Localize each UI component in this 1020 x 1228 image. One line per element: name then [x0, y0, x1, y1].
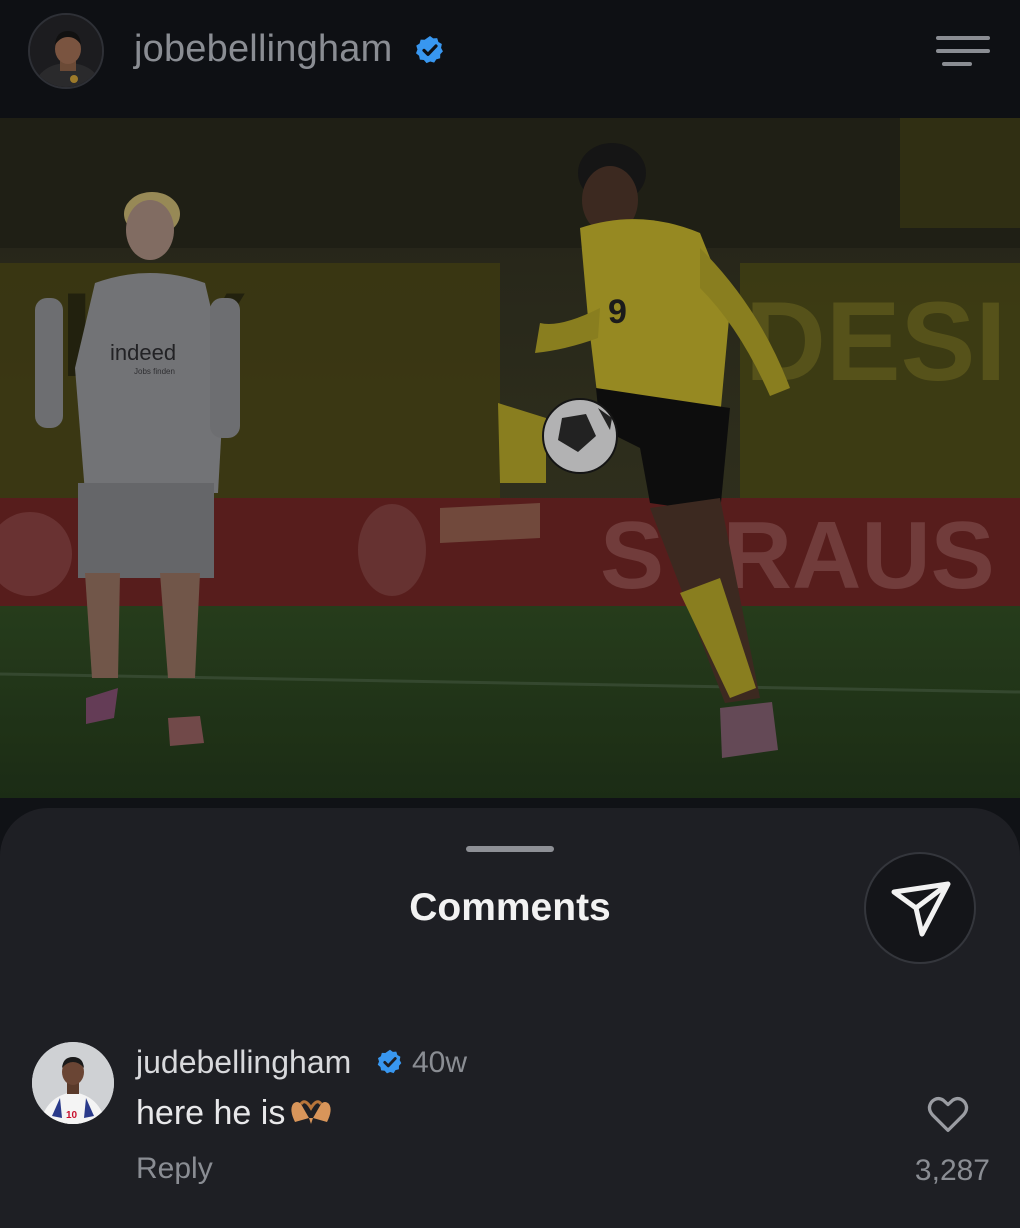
post-photo[interactable]: ITY DESI STRAUS indeed Jobs finden: [0, 118, 1020, 798]
verified-badge-icon: [376, 1048, 404, 1081]
heart-hands-emoji-icon: [287, 1096, 335, 1137]
svg-text:10: 10: [66, 1110, 78, 1121]
heart-icon: [927, 1096, 969, 1132]
comments-sheet: Comments 10 judebellingham 40w here he i…: [0, 808, 1020, 1228]
football-photo: ITY DESI STRAUS indeed Jobs finden: [0, 118, 1020, 798]
like-count: 3,287: [914, 1154, 990, 1187]
comment-text: here he is: [136, 1094, 286, 1132]
post-header: jobebellingham: [0, 0, 1020, 118]
verified-badge-icon: [414, 34, 446, 71]
header-username[interactable]: jobebellingham: [134, 28, 392, 71]
comment-username[interactable]: judebellingham: [136, 1044, 351, 1081]
share-button[interactable]: [864, 852, 976, 964]
menu-icon[interactable]: [936, 36, 990, 66]
reply-button[interactable]: Reply: [136, 1152, 213, 1186]
comment-timestamp: 40w: [412, 1046, 468, 1079]
send-icon: [891, 881, 951, 937]
comment-avatar[interactable]: 10: [32, 1042, 114, 1124]
like-button[interactable]: [926, 1094, 970, 1139]
drag-handle[interactable]: [466, 846, 554, 852]
profile-avatar[interactable]: [28, 13, 104, 89]
comment-body: here he is: [136, 1094, 335, 1137]
